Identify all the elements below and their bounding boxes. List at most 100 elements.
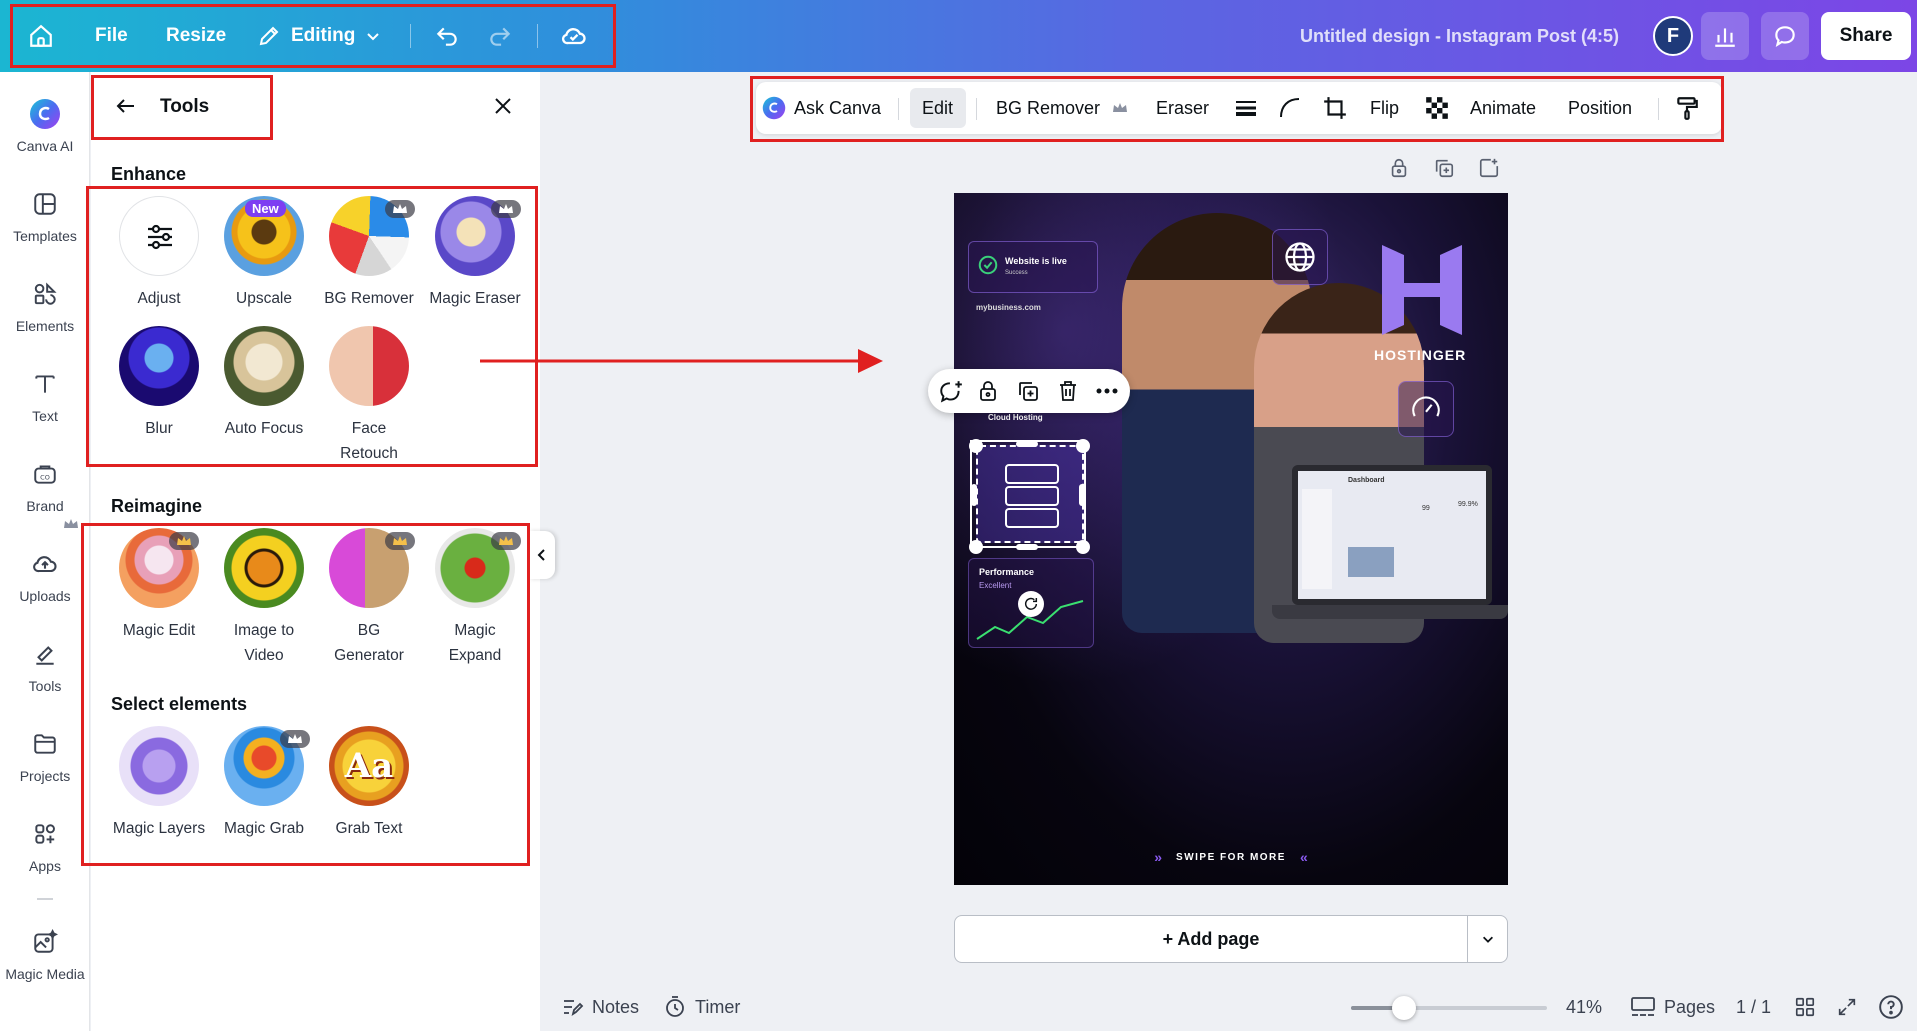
page-count: 1 / 1: [1736, 996, 1772, 1017]
notes-button[interactable]: Notes: [560, 992, 639, 1022]
brand-name: HOSTINGER: [1374, 347, 1467, 363]
zoom-slider-knob[interactable]: [1391, 996, 1416, 1020]
tool-auto-focus[interactable]: Auto Focus: [210, 326, 318, 441]
trash-icon[interactable]: [1056, 379, 1080, 408]
resize-menu[interactable]: Resize: [166, 0, 226, 72]
blur-figure-icon: [119, 326, 199, 406]
cloud-hosting-text: Cloud Hosting: [988, 413, 1043, 422]
lock-icon[interactable]: [976, 379, 1000, 408]
lock-icon[interactable]: [1388, 157, 1410, 184]
resize-handle[interactable]: [969, 540, 983, 554]
help-icon[interactable]: [1878, 992, 1904, 1022]
fullscreen-icon[interactable]: [1836, 992, 1858, 1022]
rail-item-canva-ai[interactable]: Canva AI: [0, 92, 90, 172]
animate-button[interactable]: Animate: [1470, 82, 1536, 134]
tool-adjust[interactable]: Adjust: [105, 196, 213, 311]
avatar[interactable]: F: [1653, 16, 1693, 56]
border-style-icon[interactable]: [1234, 82, 1258, 134]
resize-handle[interactable]: [1079, 484, 1085, 506]
editing-mode-menu[interactable]: Editing: [257, 0, 381, 72]
tool-label: Face Retouch: [340, 420, 398, 462]
rail-item-text[interactable]: Text: [0, 362, 90, 442]
crop-icon[interactable]: [1322, 82, 1348, 134]
excellent-text: Excellent: [979, 581, 1012, 590]
flip-button[interactable]: Flip: [1370, 82, 1399, 134]
close-icon[interactable]: [491, 94, 515, 123]
design-page[interactable]: Website is live Success mybusiness.com H…: [954, 193, 1508, 885]
grid-view-icon[interactable]: [1794, 992, 1816, 1022]
rotate-handle[interactable]: [1018, 591, 1044, 617]
timer-button[interactable]: Timer: [663, 992, 740, 1022]
collapse-panel-button[interactable]: [529, 531, 555, 579]
edit-button[interactable]: Edit: [922, 82, 953, 134]
tool-bg-generator[interactable]: BG Generator: [315, 528, 423, 668]
comments-button[interactable]: [1761, 12, 1809, 60]
add-page-button[interactable]: + Add page: [954, 915, 1468, 963]
svg-text:CO: CO: [40, 473, 50, 481]
rail-item-elements[interactable]: Elements: [0, 272, 90, 352]
tool-magic-eraser[interactable]: Magic Eraser: [421, 196, 529, 311]
tool-magic-grab[interactable]: Magic Grab: [210, 726, 318, 841]
rail-item-uploads[interactable]: Uploads: [0, 542, 90, 622]
duplicate-page-icon[interactable]: [1433, 157, 1455, 184]
insights-button[interactable]: [1701, 12, 1749, 60]
tool-magic-expand[interactable]: Magic Expand: [421, 528, 529, 668]
rail-label: Uploads: [19, 588, 71, 604]
rotate-icon: [1024, 597, 1038, 610]
dashboard-text: Dashboard: [1348, 477, 1385, 484]
transparency-icon[interactable]: [1424, 82, 1450, 134]
more-options-icon[interactable]: [1094, 379, 1120, 408]
share-button[interactable]: Share: [1821, 12, 1911, 60]
resize-handle[interactable]: [1016, 441, 1038, 447]
server-icon: [1005, 464, 1059, 528]
add-comment-icon[interactable]: [938, 379, 964, 410]
tool-grab-text[interactable]: Aa Grab Text: [315, 726, 423, 841]
dashboard-stat: 99: [1422, 505, 1430, 512]
server-element[interactable]: [976, 445, 1084, 543]
double-chevron-right-icon: »: [1154, 849, 1163, 865]
undo-icon[interactable]: [434, 0, 460, 72]
tool-face-retouch[interactable]: Face Retouch: [315, 326, 423, 466]
file-menu[interactable]: File: [95, 0, 128, 72]
tool-magic-layers[interactable]: Magic Layers: [105, 726, 213, 841]
website-live-text: Website is live: [1005, 256, 1067, 266]
dashboard-uptime: 99.9%: [1458, 501, 1478, 508]
rail-item-apps[interactable]: Apps: [0, 812, 90, 892]
resize-handle[interactable]: [1076, 540, 1090, 554]
document-title[interactable]: Untitled design - Instagram Post (4:5): [1300, 0, 1619, 72]
home-icon[interactable]: [28, 0, 54, 72]
add-page-icon[interactable]: [1478, 157, 1500, 184]
rail-item-tools[interactable]: Tools: [0, 632, 90, 712]
add-page-dropdown[interactable]: [1467, 915, 1508, 963]
tool-blur[interactable]: Blur: [105, 326, 213, 441]
tool-label: BG Generator: [334, 622, 404, 664]
tool-bg-remover[interactable]: BG Remover: [315, 196, 423, 311]
rail-item-magic-media[interactable]: Magic Media: [0, 920, 90, 1000]
laptop-base: [1272, 605, 1508, 619]
corner-rounding-icon[interactable]: [1278, 82, 1302, 134]
redo-icon[interactable]: [487, 0, 513, 72]
ask-canva-button[interactable]: Ask Canva: [762, 82, 881, 134]
tool-upscale[interactable]: New Upscale: [210, 196, 318, 311]
cloud-saved-icon[interactable]: [560, 0, 588, 72]
hostinger-logo: [1382, 245, 1462, 335]
rail-item-templates[interactable]: Templates: [0, 182, 90, 262]
bg-remover-button[interactable]: BG Remover: [996, 82, 1128, 134]
paint-roller-icon[interactable]: [1674, 82, 1700, 134]
eraser-button[interactable]: Eraser: [1156, 82, 1209, 134]
zoom-level[interactable]: 41%: [1566, 992, 1602, 1022]
resize-handle[interactable]: [1076, 439, 1090, 453]
tool-image-to-video[interactable]: Image to Video: [210, 528, 318, 668]
back-arrow-icon[interactable]: [114, 94, 138, 123]
crown-icon: [491, 532, 521, 550]
canva-ai-icon: [762, 96, 786, 120]
resize-handle[interactable]: [969, 439, 983, 453]
resize-handle[interactable]: [971, 484, 977, 506]
text-icon: [29, 368, 61, 400]
tool-magic-edit[interactable]: Magic Edit: [105, 528, 213, 643]
resize-handle[interactable]: [1016, 544, 1038, 550]
pages-button[interactable]: Pages: [1630, 992, 1715, 1022]
position-button[interactable]: Position: [1568, 82, 1632, 134]
duplicate-icon[interactable]: [1016, 379, 1040, 408]
rail-item-projects[interactable]: Projects: [0, 722, 90, 802]
